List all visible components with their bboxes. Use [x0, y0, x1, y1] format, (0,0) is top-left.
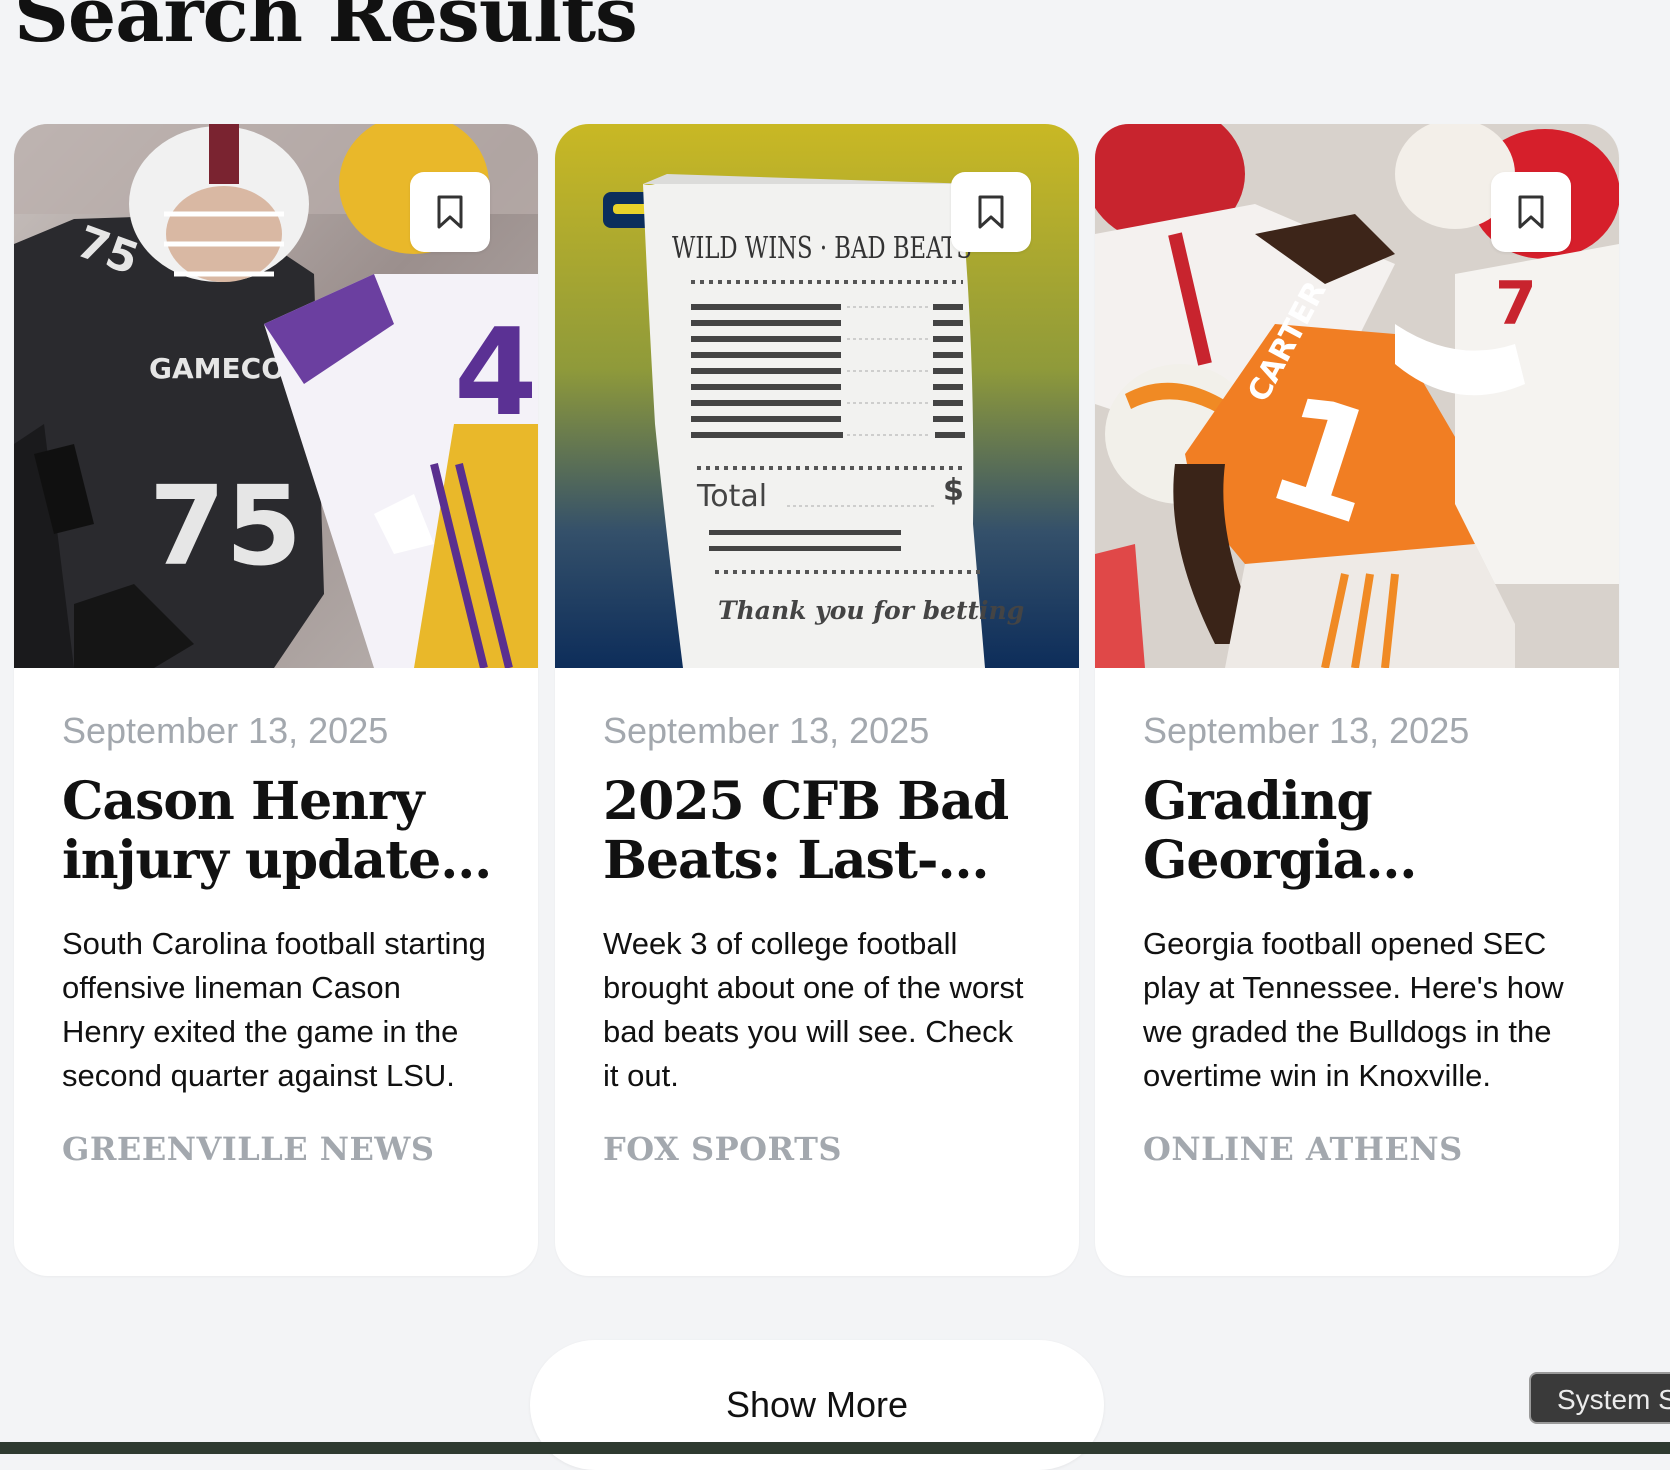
- card-title[interactable]: 2025 CFB Bad Beats: Last-second heartbre…: [603, 772, 1035, 890]
- card-image[interactable]: 1 CARTER 7: [1095, 124, 1619, 668]
- result-card[interactable]: WILD WINS · BAD BEATS Total $ Thank you …: [555, 124, 1079, 1276]
- bookmark-button[interactable]: [410, 172, 490, 252]
- card-date: September 13, 2025: [62, 710, 389, 751]
- card-source: GREENVILLE NEWS: [62, 1130, 435, 1168]
- result-card[interactable]: 1 CARTER 7 September 13, 2025 Grading Ge…: [1095, 124, 1619, 1276]
- svg-text:4: 4: [454, 304, 538, 443]
- taskbar: [0, 1442, 1670, 1454]
- bookmark-icon: [978, 195, 1004, 229]
- svg-text:7: 7: [1495, 269, 1537, 339]
- bookmark-button[interactable]: [951, 172, 1031, 252]
- card-date: September 13, 2025: [1143, 710, 1470, 751]
- card-title[interactable]: Cason Henry injury update: South Carolin…: [62, 772, 494, 890]
- receipt-footer: Thank you for betting: [718, 596, 1024, 625]
- bookmark-icon: [1518, 195, 1544, 229]
- svg-text:GAMECO: GAMECO: [149, 352, 285, 385]
- page-title: Search Results: [14, 0, 638, 59]
- card-title[interactable]: Grading Georgia football after OT win at…: [1143, 772, 1575, 890]
- card-description: Week 3 of college football brought about…: [603, 926, 1024, 1093]
- card-date: September 13, 2025: [603, 710, 930, 751]
- card-image[interactable]: 75 GAMECO 75 4: [14, 124, 538, 668]
- card-description: Georgia football opened SEC play at Tenn…: [1143, 926, 1564, 1093]
- svg-text:WILD WINS · BAD BEATS: WILD WINS · BAD BEATS: [672, 231, 972, 266]
- receipt-heading: WILD WINS · BAD BEATS: [672, 231, 972, 266]
- svg-text:75: 75: [149, 462, 302, 590]
- card-source: FOX SPORTS: [603, 1130, 842, 1168]
- bookmark-button[interactable]: [1491, 172, 1571, 252]
- receipt-currency: $: [943, 473, 964, 508]
- card-source: ONLINE ATHENS: [1143, 1130, 1463, 1168]
- tooltip: System S: [1529, 1372, 1670, 1424]
- receipt-total-label: Total: [696, 479, 767, 514]
- bookmark-icon: [437, 195, 463, 229]
- card-image[interactable]: WILD WINS · BAD BEATS Total $ Thank you …: [555, 124, 1079, 668]
- card-description: South Carolina football starting offensi…: [62, 926, 486, 1093]
- result-card[interactable]: 75 GAMECO 75 4 September 13, 2025 Cason …: [14, 124, 538, 1276]
